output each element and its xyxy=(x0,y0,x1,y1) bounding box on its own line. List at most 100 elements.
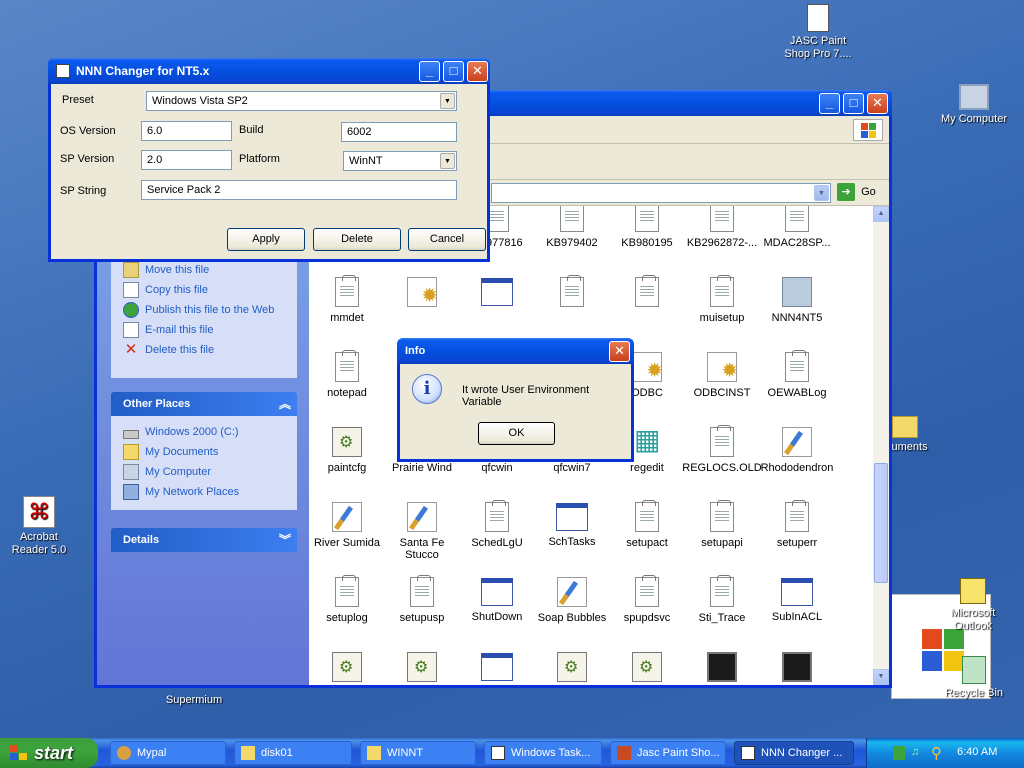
file-item[interactable]: ODBCINST xyxy=(682,352,762,399)
chevron-down-icon[interactable]: ▼ xyxy=(440,93,455,109)
desktop-icon-jasc[interactable]: JASC Paint Shop Pro 7.... xyxy=(773,4,863,61)
brush-file-icon xyxy=(332,502,362,532)
delete-button[interactable]: Delete xyxy=(313,228,401,251)
desktop-icon-supermium[interactable]: Supermium xyxy=(149,694,239,707)
task-move-file[interactable]: Move this file xyxy=(123,260,285,280)
minimize-button[interactable]: _ xyxy=(819,93,840,114)
file-item[interactable]: NNN4NT5 xyxy=(757,277,837,324)
file-item[interactable]: REGLOCS.OLD xyxy=(682,425,762,474)
file-item[interactable] xyxy=(382,652,462,682)
file-item[interactable]: setuplog xyxy=(309,575,387,624)
build-field[interactable]: 6002 xyxy=(341,122,457,142)
file-item[interactable]: Sti_Trace xyxy=(682,575,762,624)
task-disk01[interactable]: disk01 xyxy=(234,741,352,765)
place-my-network[interactable]: My Network Places xyxy=(123,482,285,502)
desktop-icon-recycle-bin[interactable]: Recycle Bin xyxy=(929,656,1019,700)
start-button[interactable]: start xyxy=(0,738,98,768)
gear-file-icon xyxy=(707,352,738,383)
task-email-file[interactable]: E-mail this file xyxy=(123,320,285,340)
file-item[interactable] xyxy=(457,652,537,682)
place-my-computer[interactable]: My Computer xyxy=(123,462,285,482)
chevron-down-icon[interactable]: ▼ xyxy=(440,153,455,169)
chevron-down-icon[interactable]: ︾ xyxy=(279,528,291,552)
desktop-icon-outlook[interactable]: Microsoft Outlook xyxy=(928,578,1018,633)
task-publish-file[interactable]: Publish this file to the Web xyxy=(123,300,285,320)
file-item[interactable]: muisetup xyxy=(682,275,762,324)
desktop-icon-my-computer[interactable]: My Computer xyxy=(929,84,1019,126)
minimize-button[interactable]: _ xyxy=(419,61,440,82)
close-button[interactable]: ✕ xyxy=(609,341,630,362)
file-item[interactable] xyxy=(532,652,612,682)
file-item[interactable]: notepad xyxy=(309,350,387,399)
file-item[interactable]: mmdet xyxy=(309,275,387,324)
tray-search-icon[interactable]: ⚲ xyxy=(931,744,947,762)
file-item[interactable]: KB2962872-... xyxy=(682,206,762,249)
file-item[interactable]: KB979402 xyxy=(532,206,612,249)
maximize-button[interactable]: □ xyxy=(443,61,464,82)
address-input[interactable]: ▼ xyxy=(491,183,831,203)
desktop-icon-documents[interactable]: cuments xyxy=(880,416,960,454)
file-item[interactable] xyxy=(532,275,612,312)
file-item[interactable]: SchedLgU xyxy=(457,500,537,549)
file-item[interactable]: setupapi xyxy=(682,500,762,549)
file-item[interactable]: spupdsvc xyxy=(607,575,687,624)
sp-string-field[interactable]: Service Pack 2 xyxy=(141,180,457,200)
file-item[interactable]: paintcfg xyxy=(309,427,387,474)
os-version-field[interactable]: 6.0 xyxy=(141,121,232,141)
close-button[interactable]: ✕ xyxy=(867,93,888,114)
scroll-down-button[interactable]: ▼ xyxy=(873,669,889,685)
file-item[interactable]: setupusp xyxy=(382,575,462,624)
file-item[interactable]: River Sumida xyxy=(309,502,387,549)
ok-button[interactable]: OK xyxy=(478,422,555,445)
task-winnt[interactable]: WINNT xyxy=(360,741,476,765)
place-my-documents[interactable]: My Documents xyxy=(123,442,285,462)
close-button[interactable]: ✕ xyxy=(467,61,488,82)
file-item[interactable]: MDAC28SP... xyxy=(757,206,837,249)
file-item[interactable] xyxy=(457,277,537,311)
file-item[interactable]: ShutDown xyxy=(457,577,537,623)
task-delete-file[interactable]: ✕ Delete this file xyxy=(123,340,285,360)
file-item[interactable]: KB980195 xyxy=(607,206,687,249)
file-item[interactable]: Rhododendron xyxy=(757,427,837,474)
file-tasks-body: Move this file Copy this file Publish th… xyxy=(111,256,297,378)
file-item[interactable]: Soap Bubbles xyxy=(532,577,612,624)
platform-select[interactable]: WinNT ▼ xyxy=(343,151,457,171)
partial-file-icon xyxy=(557,652,587,682)
task-nnn-changer[interactable]: NNN Changer ... xyxy=(734,741,854,765)
sp-version-field[interactable]: 2.0 xyxy=(141,150,232,170)
tray-network-icon[interactable] xyxy=(893,746,905,760)
details-header[interactable]: Details ︾ xyxy=(111,528,297,552)
chevron-down-icon[interactable]: ▼ xyxy=(814,185,829,201)
scroll-thumb[interactable] xyxy=(874,463,888,583)
file-item[interactable] xyxy=(607,275,687,312)
file-item[interactable] xyxy=(309,652,387,682)
place-windows-drive[interactable]: Windows 2000 (C:) xyxy=(123,422,285,442)
vertical-scrollbar[interactable]: ▲ ▼ xyxy=(873,206,889,685)
go-button[interactable]: ➔ Go xyxy=(837,183,885,203)
file-item[interactable] xyxy=(757,652,837,682)
task-mypal[interactable]: Mypal xyxy=(110,741,226,765)
task-jasc-paint-shop[interactable]: Jasc Paint Sho... xyxy=(610,741,726,765)
file-item[interactable]: Santa Fe Stucco xyxy=(382,502,462,561)
file-item[interactable] xyxy=(382,277,462,312)
place-label: My Network Places xyxy=(145,486,240,498)
cancel-button[interactable]: Cancel xyxy=(408,228,486,251)
file-item[interactable]: setupact xyxy=(607,500,687,549)
file-item[interactable] xyxy=(682,652,762,682)
file-item[interactable]: SchTasks xyxy=(532,502,612,548)
file-item[interactable]: setuperr xyxy=(757,500,837,549)
chevron-up-icon[interactable]: ︽ xyxy=(279,392,291,416)
tray-volume-icon[interactable]: ♫ xyxy=(911,746,925,760)
file-item[interactable]: SubInACL xyxy=(757,577,837,623)
preset-select[interactable]: Windows Vista SP2 ▼ xyxy=(146,91,457,111)
other-places-header[interactable]: Other Places ︽ xyxy=(111,392,297,416)
task-windows-task-manager[interactable]: Windows Task... xyxy=(484,741,602,765)
maximize-button[interactable]: □ xyxy=(843,93,864,114)
file-item[interactable] xyxy=(607,652,687,682)
file-item[interactable]: OEWABLog xyxy=(757,350,837,399)
apply-button[interactable]: Apply xyxy=(227,228,305,251)
scroll-up-button[interactable]: ▲ xyxy=(873,206,889,222)
task-copy-file[interactable]: Copy this file xyxy=(123,280,285,300)
clock[interactable]: 6:40 AM xyxy=(957,746,997,758)
desktop-icon-acrobat[interactable]: ⌘ Acrobat Reader 5.0 xyxy=(0,496,84,557)
